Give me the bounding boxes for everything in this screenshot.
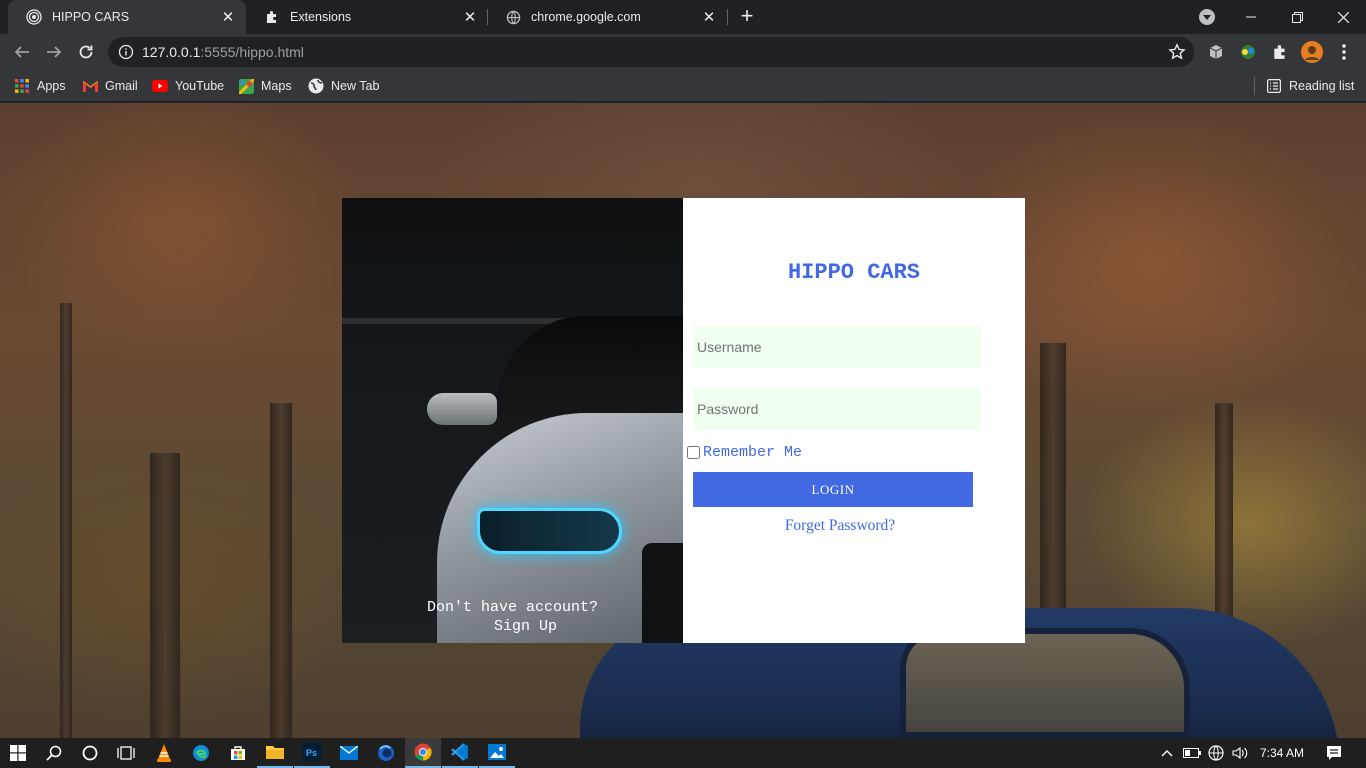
close-window-button[interactable] (1320, 0, 1366, 34)
file-explorer-icon[interactable] (257, 738, 293, 768)
profile-avatar[interactable] (1300, 40, 1324, 64)
url-text: 127.0.0.1:5555/hippo.html (142, 44, 304, 60)
bookmark-apps[interactable]: Apps (14, 76, 66, 96)
edge-icon[interactable] (183, 738, 219, 768)
network-globe-icon[interactable] (1206, 738, 1226, 768)
remember-me-checkbox[interactable] (687, 446, 700, 459)
tab-chrome-web-store[interactable]: chrome.google.com ✕ (487, 0, 727, 34)
reading-list-icon (1266, 78, 1282, 94)
extensions-puzzle-icon[interactable] (1268, 40, 1292, 64)
firefox-developer-icon[interactable] (368, 738, 404, 768)
bookmark-youtube[interactable]: YouTube (152, 76, 224, 96)
tab-divider (727, 9, 728, 25)
bookmark-label: Apps (37, 79, 66, 93)
apps-grid-icon (14, 78, 30, 94)
tree-trunk (60, 303, 72, 738)
password-input[interactable] (693, 388, 981, 430)
search-icon[interactable] (36, 738, 72, 768)
close-tab-icon[interactable]: ✕ (218, 7, 238, 27)
bookmark-label: YouTube (175, 79, 225, 93)
forward-arrow-icon[interactable] (42, 40, 66, 64)
vscode-icon[interactable] (442, 738, 478, 768)
bookmark-maps[interactable]: Maps (238, 76, 292, 96)
login-form-panel: HIPPO CARS Remember Me LOGIN Forget Pass… (683, 198, 1025, 643)
photoshop-icon[interactable]: Ps (294, 738, 330, 768)
tab-search-icon[interactable] (1199, 9, 1215, 25)
windows-taskbar: Ps 7:34 AM (0, 738, 1366, 768)
chrome-icon[interactable] (405, 738, 441, 768)
site-info-icon[interactable] (118, 44, 134, 60)
url-host: 127.0.0.1 (142, 44, 201, 60)
maps-icon (238, 78, 254, 94)
bookmarks-divider (1254, 77, 1255, 95)
username-input[interactable] (693, 326, 981, 368)
bookmark-label: New Tab (331, 79, 380, 93)
globe-icon (308, 78, 324, 94)
close-tab-icon[interactable]: ✕ (699, 7, 719, 27)
back-arrow-icon[interactable] (10, 40, 34, 64)
task-view-icon[interactable] (108, 738, 144, 768)
tab-title: chrome.google.com (531, 10, 641, 24)
tab-title: HIPPO CARS (52, 10, 130, 24)
bookmark-star-icon[interactable] (1168, 43, 1186, 61)
bookmarks-bar: Apps Gmail YouTube Maps New Tab Reading … (0, 70, 1366, 102)
signup-link[interactable]: Sign Up (355, 618, 683, 635)
page-background: Don't have account? Sign Up HIPPO CARS R… (0, 103, 1366, 738)
close-tab-icon[interactable]: ✕ (460, 7, 480, 27)
bookmark-gmail[interactable]: Gmail (82, 76, 138, 96)
photos-icon[interactable] (479, 738, 515, 768)
show-hidden-icons-chevron-icon[interactable] (1158, 738, 1176, 768)
bookmark-label: Maps (261, 79, 292, 93)
store-icon[interactable] (220, 738, 256, 768)
gmail-icon (82, 78, 98, 94)
tree-trunk (150, 453, 180, 738)
cortana-icon[interactable] (72, 738, 108, 768)
tab-title: Extensions (290, 10, 352, 24)
remember-me[interactable]: Remember Me (687, 444, 802, 461)
extension-colorful-icon[interactable] (1236, 40, 1260, 64)
vlc-icon[interactable] (146, 738, 182, 768)
taskbar-clock[interactable]: 7:34 AM (1254, 738, 1310, 768)
car-mirror (427, 393, 497, 425)
chrome-menu-icon[interactable] (1332, 40, 1356, 64)
mail-icon[interactable] (331, 738, 367, 768)
globe-icon (505, 9, 521, 25)
extension-cube-icon[interactable] (1204, 40, 1228, 64)
puzzle-icon (264, 9, 280, 25)
car-image-panel: Don't have account? Sign Up (342, 198, 683, 643)
address-bar[interactable]: 127.0.0.1:5555/hippo.html (108, 37, 1194, 67)
svg-text:Ps: Ps (306, 748, 317, 758)
brand-title: HIPPO CARS (787, 260, 921, 285)
reload-icon[interactable] (74, 40, 98, 64)
minimize-button[interactable] (1228, 0, 1274, 34)
battery-icon[interactable] (1182, 738, 1202, 768)
car-headlight (477, 508, 622, 554)
tab-extensions[interactable]: Extensions ✕ (246, 0, 488, 34)
youtube-icon (152, 78, 168, 94)
notifications-icon[interactable] (1320, 738, 1348, 768)
volume-icon[interactable] (1230, 738, 1250, 768)
broadcast-icon (26, 9, 42, 25)
background-car-window (900, 628, 1190, 738)
url-path: :5555/hippo.html (200, 44, 304, 60)
new-tab-button[interactable]: + (736, 5, 758, 28)
bookmark-new-tab[interactable]: New Tab (308, 76, 379, 96)
browser-toolbar: 127.0.0.1:5555/hippo.html (0, 34, 1366, 70)
restore-button[interactable] (1274, 0, 1320, 34)
tab-hippo-cars[interactable]: HIPPO CARS ✕ (8, 0, 246, 34)
tab-strip: HIPPO CARS ✕ Extensions ✕ chrome.google.… (0, 0, 1366, 34)
windows-start-icon[interactable] (0, 738, 36, 768)
login-card: Don't have account? Sign Up HIPPO CARS R… (342, 198, 1025, 643)
signup-prompt: Don't have account? (426, 599, 599, 616)
bookmark-label: Gmail (105, 79, 138, 93)
reading-list-label: Reading list (1289, 79, 1355, 93)
reading-list-button[interactable]: Reading list (1266, 76, 1354, 96)
login-button[interactable]: LOGIN (693, 472, 973, 507)
tree-trunk (270, 403, 292, 738)
forget-password-link[interactable]: Forget Password? (683, 517, 997, 535)
remember-me-label: Remember Me (703, 444, 803, 461)
